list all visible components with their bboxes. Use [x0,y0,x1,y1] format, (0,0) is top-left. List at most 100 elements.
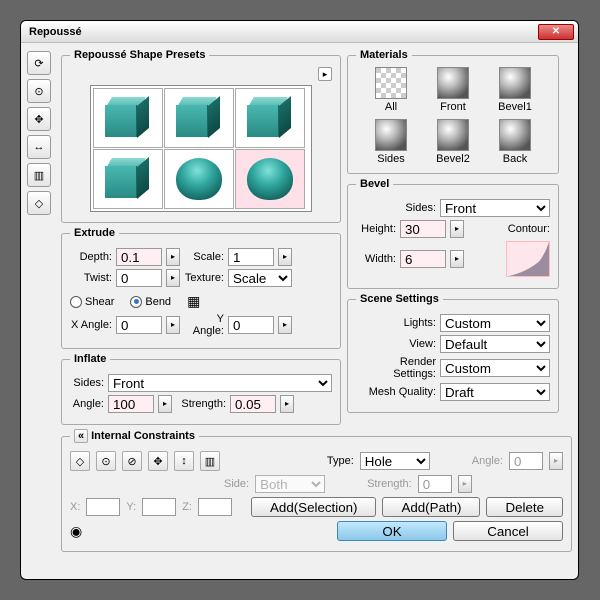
titlebar[interactable]: Repoussé ✕ [21,21,578,43]
scale-input[interactable] [228,248,274,266]
shear-radio[interactable]: Shear [70,296,114,308]
inflate-strength-label: Strength: [176,398,226,410]
bend-radio[interactable]: Bend [130,296,171,308]
tool-rotate-icon[interactable]: ⟳ [27,51,51,75]
ic-tool-3-icon[interactable]: ⊘ [122,451,142,471]
inflate-angle-input[interactable] [108,395,154,413]
preset-3[interactable] [235,88,305,148]
preset-grid [90,85,312,212]
xangle-input[interactable] [116,316,162,334]
expand-icon[interactable]: « [74,429,88,443]
ic-angle-input [509,452,543,470]
presets-legend: Repoussé Shape Presets [70,49,209,61]
constraints-legend: Internal Constraints [91,430,195,442]
ic-tool-5-icon[interactable]: ↕ [174,451,194,471]
preset-5[interactable] [164,149,234,209]
presets-group: Repoussé Shape Presets ▸ [61,49,341,223]
texture-select[interactable]: Scale [228,269,292,287]
xangle-spinner[interactable]: ▸ [166,316,180,334]
y-label: Y: [126,501,136,513]
ic-angle-spinner: ▸ [549,452,563,470]
ic-strength-input [418,475,452,493]
preset-6[interactable] [235,149,305,209]
ic-strength-label: Strength: [367,478,412,490]
render-select[interactable]: Custom [440,359,550,377]
ok-button[interactable]: OK [337,521,447,541]
constraints-group: « Internal Constraints ◇ ⊙ ⊘ ✥ ↕ ▥ Type:… [61,429,572,552]
bevel-width-input[interactable] [400,250,446,268]
bevel-height-input[interactable] [400,220,446,238]
tool-mesh-icon[interactable]: ◇ [27,191,51,215]
twist-spinner[interactable]: ▸ [166,269,180,287]
mesh-select[interactable]: Draft [440,383,550,401]
material-front[interactable]: Front [425,67,481,113]
bevel-sides-select[interactable]: Front [440,199,550,217]
scale-label: Scale: [184,251,224,263]
add-selection-button[interactable]: Add(Selection) [251,497,376,517]
close-button[interactable]: ✕ [538,24,574,40]
ic-type-label: Type: [327,455,354,467]
bevel-sides-label: Sides: [356,202,436,214]
ic-tool-4-icon[interactable]: ✥ [148,451,168,471]
z-input [198,498,232,516]
contour-picker[interactable] [506,241,550,277]
ic-strength-spinner: ▸ [458,475,472,493]
lights-label: Lights: [356,317,436,329]
contour-label: Contour: [508,223,550,235]
twist-input[interactable] [116,269,162,287]
depth-spinner[interactable]: ▸ [166,248,180,266]
inflate-angle-label: Angle: [70,398,104,410]
ic-type-select[interactable]: Hole [360,452,430,470]
view-select[interactable]: Default [440,335,550,353]
twist-label: Twist: [70,272,112,284]
scene-group: Scene Settings Lights:Custom View:Defaul… [347,293,559,413]
material-sides[interactable]: Sides [363,119,419,165]
material-all[interactable]: All [363,67,419,113]
ic-tool-2-icon[interactable]: ⊙ [96,451,116,471]
materials-legend: Materials [356,49,412,61]
inflate-angle-spinner[interactable]: ▸ [158,395,172,413]
eye-icon[interactable]: ◉ [70,523,82,540]
ic-side-select: Both [255,475,325,493]
depth-label: Depth: [70,251,112,263]
delete-button[interactable]: Delete [486,497,563,517]
bevel-width-label: Width: [356,253,396,265]
ic-angle-label: Angle: [472,455,503,467]
preset-flyout-icon[interactable]: ▸ [318,67,332,81]
yangle-spinner[interactable]: ▸ [278,316,292,334]
material-bevel2[interactable]: Bevel2 [425,119,481,165]
inflate-strength-input[interactable] [230,395,276,413]
scale-spinner[interactable]: ▸ [278,248,292,266]
x-label: X: [70,501,80,513]
tool-slide-icon[interactable]: ↔ [27,135,51,159]
preset-4[interactable] [93,149,163,209]
bevel-width-spinner[interactable]: ▸ [450,250,464,268]
preset-2[interactable] [164,88,234,148]
tool-pan-icon[interactable]: ✥ [27,107,51,131]
bevel-height-spinner[interactable]: ▸ [450,220,464,238]
extrude-legend: Extrude [70,227,119,239]
dialog-title: Repoussé [29,26,82,38]
tool-scale-icon[interactable]: ▥ [27,163,51,187]
ic-tool-1-icon[interactable]: ◇ [70,451,90,471]
preset-1[interactable] [93,88,163,148]
xangle-label: X Angle: [70,319,112,331]
x-input [86,498,120,516]
inflate-legend: Inflate [70,353,110,365]
material-back[interactable]: Back [487,119,543,165]
render-label: Render Settings: [356,356,436,380]
inflate-strength-spinner[interactable]: ▸ [280,395,294,413]
material-bevel1[interactable]: Bevel1 [487,67,543,113]
add-path-button[interactable]: Add(Path) [382,497,480,517]
z-label: Z: [182,501,192,513]
ic-tool-6-icon[interactable]: ▥ [200,451,220,471]
yangle-label: Y Angle: [184,313,224,337]
tool-roll-icon[interactable]: ⊙ [27,79,51,103]
yangle-input[interactable] [228,316,274,334]
texture-label: Texture: [184,272,224,284]
depth-input[interactable] [116,248,162,266]
lights-select[interactable]: Custom [440,314,550,332]
bend-pattern-icon[interactable]: ▦ [187,293,200,310]
inflate-sides-select[interactable]: Front [108,374,332,392]
cancel-button[interactable]: Cancel [453,521,563,541]
